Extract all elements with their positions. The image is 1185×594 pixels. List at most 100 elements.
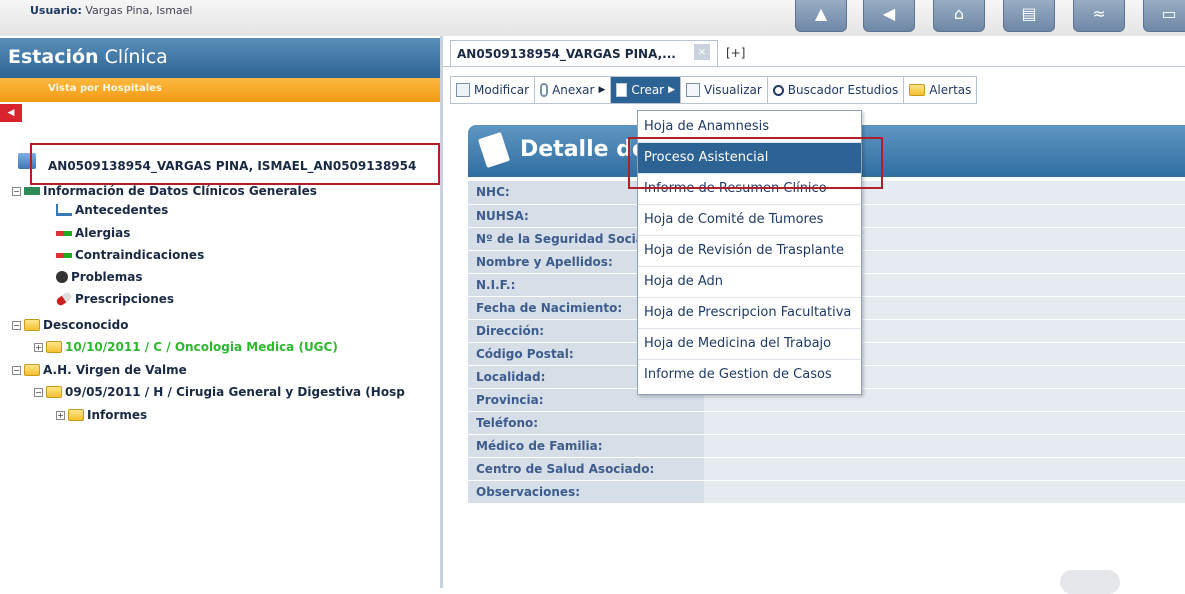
tree-item-valme[interactable]: − A.H. Virgen de Valme [12, 363, 187, 377]
field-label: Médico de Familia: [468, 434, 704, 458]
user-info: Usuario: Vargas Pina, Ismael [30, 4, 193, 17]
field-value [704, 411, 1185, 435]
tree-label: 10/10/2011 / C / Oncologia Medica (UGC) [65, 340, 338, 354]
menu-item-medicina-trabajo[interactable]: Hoja de Medicina del Trabajo [638, 329, 861, 360]
field-value [704, 457, 1185, 481]
left-panel-title: Estación Clínica [0, 38, 440, 78]
back-icon[interactable]: ◀ [863, 0, 915, 32]
folder-icon [909, 84, 926, 96]
menu-item-hoja-adn[interactable]: Hoja de Adn [638, 267, 861, 298]
tree-label: Problemas [71, 270, 143, 284]
buscador-label: Buscador Estudios [787, 83, 899, 97]
anexar-button[interactable]: Anexar ▶ [534, 76, 612, 104]
crear-label: Crear [631, 83, 665, 97]
field-label: Centro de Salud Asociado: [468, 457, 704, 481]
tree-item-alergias[interactable]: Alergias [56, 226, 130, 240]
crear-button[interactable]: Crear ▶ [610, 76, 682, 104]
close-icon[interactable]: × [694, 44, 710, 60]
visualizar-button[interactable]: Visualizar [680, 76, 768, 104]
top-bar: Usuario: Vargas Pina, Ismael ▲ ◀ ⌂ ▤ ≈ ▭ [0, 0, 1185, 36]
proceso-highlight-box [628, 137, 883, 189]
tree-label: Antecedentes [75, 203, 169, 217]
field-label: Teléfono: [468, 411, 704, 435]
home-icon[interactable]: ⌂ [933, 0, 985, 32]
menu-item-comite-tumores[interactable]: Hoja de Comité de Tumores [638, 205, 861, 236]
tree-item-desconocido[interactable]: − Desconocido [12, 318, 128, 332]
visualizar-label: Visualizar [704, 83, 762, 97]
arrow-left-icon[interactable]: ◀ [0, 104, 22, 122]
bed-icon [24, 187, 40, 195]
tree-label: Informes [87, 408, 148, 422]
tree-label: 09/05/2011 / H / Cirugia General y Diges… [65, 385, 405, 399]
patient-highlight-box [30, 143, 440, 185]
submenu-arrow-icon: ▶ [598, 85, 606, 95]
tree-item-contraindicaciones[interactable]: Contraindicaciones [56, 248, 204, 262]
chart-icon[interactable]: ≈ [1073, 0, 1125, 32]
bomb-icon [56, 271, 68, 283]
table-row: Centro de Salud Asociado: [468, 457, 1185, 481]
field-label: Observaciones: [468, 480, 704, 504]
tree-label: A.H. Virgen de Valme [43, 363, 187, 377]
user-name: Vargas Pina, Ismael [85, 4, 193, 17]
title-rest: Clínica [104, 46, 168, 68]
folder-icon [46, 341, 62, 353]
logo [1060, 570, 1120, 594]
tree-item-problemas[interactable]: Problemas [56, 270, 143, 284]
collapse-icon[interactable]: − [12, 365, 21, 375]
bed-icon [56, 204, 72, 216]
paperclip-icon [540, 83, 549, 97]
folder-icon [24, 364, 40, 376]
buscador-estudios-button[interactable]: Buscador Estudios [766, 76, 905, 104]
panel-divider[interactable] [440, 36, 443, 588]
new-document-icon [616, 83, 628, 97]
folder-icon [46, 386, 62, 398]
alertas-button[interactable]: Alertas [903, 76, 978, 104]
alertas-label: Alertas [929, 83, 972, 97]
menu-item-gestion-casos[interactable]: Informe de Gestion de Casos [638, 360, 861, 391]
expand-icon[interactable]: + [34, 342, 43, 352]
nav-up-icon[interactable]: ▲ [795, 0, 847, 32]
table-row: Teléfono: [468, 411, 1185, 435]
tree-label: Contraindicaciones [75, 248, 205, 262]
add-tab-button[interactable]: [+] [726, 46, 745, 60]
table-row: Observaciones: [468, 480, 1185, 504]
modificar-label: Modificar [474, 83, 530, 97]
collapse-icon[interactable]: − [34, 387, 43, 397]
field-value [704, 434, 1185, 458]
preview-icon [686, 83, 701, 97]
collapse-icon[interactable]: − [12, 186, 21, 196]
pill-icon [55, 291, 73, 307]
edit-icon [456, 83, 470, 97]
anexar-label: Anexar [552, 83, 595, 97]
tab-patient[interactable]: AN0509138954_VARGAS PINA,... [450, 40, 718, 66]
tree-label: Prescripciones [75, 292, 175, 306]
field-value [704, 480, 1185, 504]
folder-icon [24, 319, 40, 331]
table-row: Médico de Familia: [468, 434, 1185, 458]
book-icon[interactable]: ▭ [1143, 0, 1185, 32]
toolbar: Modificar Anexar ▶ Crear ▶ Visualizar Bu… [450, 76, 978, 104]
search-icon [772, 84, 784, 96]
flag-icon [56, 252, 72, 258]
tree-item-informes[interactable]: + Informes [56, 408, 147, 422]
tree-label: Alergias [75, 226, 131, 240]
left-panel-subtitle[interactable]: Vista por Hospitales [0, 78, 440, 102]
submenu-arrow-icon: ▶ [668, 85, 676, 95]
collapse-icon[interactable]: − [12, 320, 21, 330]
tree-label: Información de Datos Clínicos Generales [43, 184, 317, 198]
menu-item-revision-trasplante[interactable]: Hoja de Revisión de Trasplante [638, 236, 861, 267]
user-label: Usuario: [30, 4, 82, 17]
title-bold: Estación [8, 46, 99, 68]
expand-icon[interactable]: + [56, 410, 65, 420]
tree-item-cirugia[interactable]: − 09/05/2011 / H / Cirugia General y Dig… [34, 385, 405, 399]
modificar-button[interactable]: Modificar [450, 76, 536, 104]
tree-item-oncologia[interactable]: + 10/10/2011 / C / Oncologia Medica (UGC… [34, 340, 338, 354]
document-icon[interactable]: ▤ [1003, 0, 1055, 32]
tree-item-antecedentes[interactable]: Antecedentes [56, 203, 168, 217]
tree-item-datos-clinicos[interactable]: − Información de Datos Clínicos Generale… [12, 184, 317, 198]
menu-item-prescripcion-facultativa[interactable]: Hoja de Prescripcion Facultativa [638, 298, 861, 329]
tree-label: Desconocido [43, 318, 129, 332]
tree-item-prescripciones[interactable]: Prescripciones [55, 291, 175, 307]
tab-divider [443, 66, 1185, 67]
flag-icon [56, 230, 72, 236]
